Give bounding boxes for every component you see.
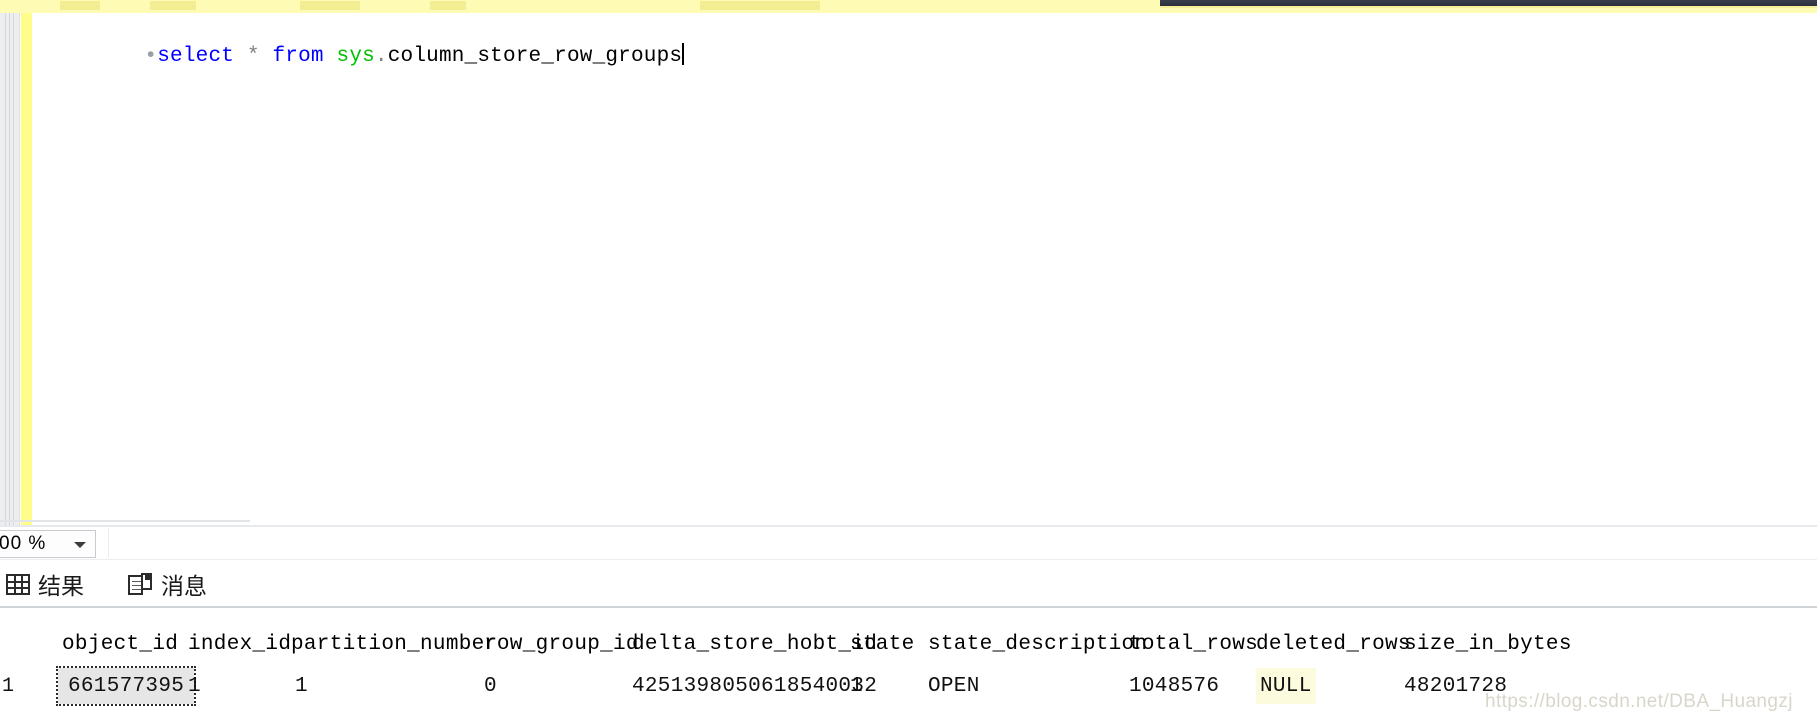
chevron-down-icon[interactable] xyxy=(74,542,86,548)
results-tabbar: 结果 消息 xyxy=(0,562,1817,606)
tab-results-label: 结果 xyxy=(38,573,84,599)
sql-query-line[interactable]: •select * from sys.column_store_row_grou… xyxy=(42,19,1817,93)
cell-state[interactable]: 1 xyxy=(850,668,863,704)
column-header-size-in-bytes[interactable]: size_in_bytes xyxy=(1404,626,1572,662)
sql-token-from: from xyxy=(272,45,324,68)
sql-token-dot: . xyxy=(374,45,388,68)
sql-space-2 xyxy=(260,45,273,68)
line-leading-mark: • xyxy=(144,45,158,68)
pane-divider-left xyxy=(0,520,250,522)
column-header-row-group-id[interactable]: row_group_id xyxy=(484,626,639,662)
editor-selection-margin xyxy=(0,13,20,527)
zoom-level-value: 00 % xyxy=(0,533,47,554)
sql-editor-pane[interactable]: •select * from sys.column_store_row_grou… xyxy=(0,13,1817,527)
toolbar-dark-region xyxy=(1160,0,1817,8)
zoom-bar-rule xyxy=(0,559,1817,560)
column-header-total-rows[interactable]: total_rows xyxy=(1129,626,1258,662)
zoom-level-combobox[interactable]: 00 % xyxy=(0,530,96,558)
cell-object-id[interactable]: 661577395 xyxy=(55,666,197,706)
cell-total-rows[interactable]: 1048576 xyxy=(1129,668,1219,704)
message-doc-icon xyxy=(128,572,153,596)
row-number-header[interactable]: 1 xyxy=(2,668,14,704)
watermark-text: https://blog.csdn.net/DBA_Huangzj xyxy=(1485,691,1793,712)
cell-delta-store-hobt-id[interactable]: 4251398050618540032 xyxy=(632,668,877,704)
tab-results[interactable]: 结果 xyxy=(0,566,90,602)
cell-index-id[interactable]: 1 xyxy=(188,668,201,704)
column-header-index-id[interactable]: index_id xyxy=(188,626,291,662)
column-header-object-id[interactable]: object_id xyxy=(62,626,178,662)
ssms-window: •select * from sys.column_store_row_grou… xyxy=(0,0,1817,718)
cell-row-group-id[interactable]: 0 xyxy=(484,668,497,704)
tab-messages[interactable]: 消息 xyxy=(122,566,213,602)
column-header-partition-number[interactable]: partition_number xyxy=(291,626,497,662)
grid-icon xyxy=(6,573,30,595)
sql-token-view-name: column_store_row_groups xyxy=(387,45,683,68)
cell-deleted-rows[interactable]: NULL xyxy=(1256,668,1316,704)
sql-code-area[interactable]: •select * from sys.column_store_row_grou… xyxy=(32,13,1817,527)
sql-token-select: select xyxy=(157,45,235,68)
zoom-bar: 00 % xyxy=(0,528,1817,562)
cell-state-description[interactable]: OPEN xyxy=(928,668,980,704)
sql-token-schema-sys: sys xyxy=(336,45,375,68)
toolbar-strip xyxy=(0,0,1817,13)
sql-space-3 xyxy=(324,45,337,68)
text-caret xyxy=(682,43,685,65)
unsaved-change-indicator xyxy=(21,13,32,527)
column-header-state[interactable]: state xyxy=(850,626,915,662)
column-header-deleted-rows[interactable]: deleted_rows xyxy=(1256,626,1411,662)
sql-token-star: * xyxy=(246,45,260,68)
column-header-delta-store-hobt-id[interactable]: delta_store_hobt_id xyxy=(632,626,877,662)
grid-top-rule xyxy=(0,606,1817,608)
cell-partition-number[interactable]: 1 xyxy=(295,668,308,704)
pane-divider xyxy=(0,525,1817,527)
column-header-state-description[interactable]: state_description xyxy=(928,626,1147,662)
sql-space-1 xyxy=(234,45,247,68)
zoom-bar-separator xyxy=(108,528,109,558)
tab-messages-label: 消息 xyxy=(161,573,207,599)
grid-header-row: object_id index_id partition_number row_… xyxy=(0,626,1817,662)
